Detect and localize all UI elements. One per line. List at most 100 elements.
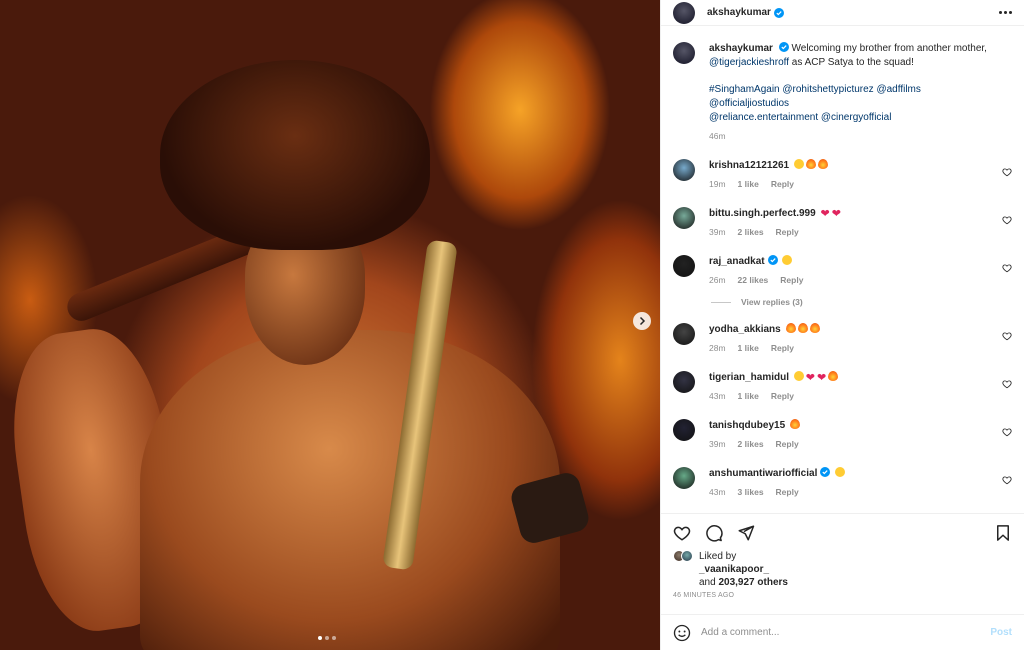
media-hair — [160, 60, 430, 250]
comment-item: tanishqdubey15 39m 2 likes Reply — [673, 419, 1012, 451]
view-replies-button[interactable]: View replies (3) — [711, 297, 1012, 307]
comment-likes[interactable]: 2 likes — [738, 437, 764, 451]
verified-badge-icon — [767, 255, 778, 265]
add-comment-bar: Post — [661, 614, 1024, 650]
reply-button[interactable]: Reply — [771, 341, 794, 355]
carousel-dot — [325, 636, 329, 640]
fire-emoji-icon — [789, 419, 800, 429]
comment-username[interactable]: raj_anadkat — [709, 256, 765, 267]
comment-username[interactable]: anshumantiwariofficial — [709, 468, 817, 479]
caption-tags[interactable]: @reliance.entertainment @cinergyofficial — [709, 112, 891, 123]
share-icon[interactable] — [737, 524, 755, 542]
carousel-dot — [318, 636, 322, 640]
reply-button[interactable]: Reply — [776, 485, 799, 499]
avatar[interactable] — [673, 419, 695, 441]
avatar[interactable] — [673, 323, 695, 345]
comment-time: 43m — [709, 487, 726, 497]
reply-button[interactable]: Reply — [771, 389, 794, 403]
comment-likes[interactable]: 2 likes — [738, 225, 764, 239]
caption-text-rest: as ACP Satya to the squad! — [789, 57, 914, 68]
comment-username[interactable]: yodha_akkians — [709, 324, 781, 335]
like-comment-heart-icon[interactable] — [1002, 331, 1012, 341]
liked-by-avatars — [673, 550, 693, 562]
avatar[interactable] — [673, 42, 695, 64]
comment-time: 19m — [709, 179, 726, 189]
fire-emoji-icon — [809, 323, 820, 333]
comment-username[interactable]: krishna12121261 — [709, 160, 789, 171]
avatar[interactable] — [673, 1, 695, 24]
comment-time: 43m — [709, 391, 726, 401]
red-heart-emoji-icon: ❤ — [820, 208, 830, 220]
reply-button[interactable]: Reply — [780, 273, 803, 287]
fire-emoji-icon — [817, 159, 828, 169]
like-comment-heart-icon[interactable] — [1002, 167, 1012, 177]
reply-button[interactable]: Reply — [771, 177, 794, 191]
fire-emoji-icon — [785, 323, 796, 333]
fire-emoji-icon — [805, 159, 816, 169]
post-header: akshaykumar — [661, 0, 1024, 26]
post-panel: akshaykumar akshaykumar Welcoming my bro… — [660, 0, 1024, 650]
like-heart-icon[interactable] — [673, 524, 691, 542]
comment-item: anshumantiwariofficial 43m 3 likes Reply — [673, 467, 1012, 499]
post-comment-button[interactable]: Post — [990, 627, 1012, 638]
avatar[interactable] — [673, 207, 695, 229]
comment-likes[interactable]: 1 like — [738, 389, 759, 403]
comment-likes[interactable]: 1 like — [738, 177, 759, 191]
liked-by-label: Liked by — [699, 551, 737, 562]
and-label: and — [699, 577, 716, 588]
reply-line — [711, 301, 731, 303]
red-heart-emoji-icon: ❤ — [817, 372, 827, 384]
heart-eyes-emoji-icon — [782, 255, 793, 265]
heart-eyes-emoji-icon — [793, 159, 804, 169]
comment-likes[interactable]: 1 like — [738, 341, 759, 355]
next-slide-button[interactable] — [633, 312, 651, 330]
author-username[interactable]: akshaykumar — [707, 7, 771, 18]
post-timestamp: 46 MINUTES AGO — [673, 592, 735, 599]
red-heart-emoji-icon: ❤ — [805, 372, 816, 384]
fire-emoji-icon — [797, 323, 808, 333]
verified-badge-icon — [820, 467, 831, 477]
like-comment-heart-icon[interactable] — [1002, 475, 1012, 485]
comment-item: raj_anadkat 26m 22 likes Reply — [673, 255, 1012, 287]
like-comment-heart-icon[interactable] — [1002, 263, 1012, 273]
carousel-dot — [332, 636, 336, 640]
like-comment-heart-icon[interactable] — [1002, 427, 1012, 437]
post-caption: akshaykumar Welcoming my brother from an… — [673, 42, 1012, 143]
media-torso — [140, 330, 560, 650]
comment-item: bittu.singh.perfect.999 ❤ ❤ 39m 2 likes R… — [673, 207, 1012, 239]
avatar[interactable] — [673, 159, 695, 181]
like-comment-heart-icon[interactable] — [1002, 379, 1012, 389]
comment-likes[interactable]: 22 likes — [738, 273, 769, 287]
avatar[interactable] — [673, 467, 695, 489]
liked-by-user[interactable]: _vaanikapoor_ — [699, 564, 769, 575]
comment-username[interactable]: tigerian_hamidul — [709, 372, 789, 383]
red-heart-emoji-icon: ❤ — [831, 208, 841, 220]
likes-count[interactable]: 203,927 others — [718, 577, 788, 588]
comment-username[interactable]: tanishqdubey15 — [709, 420, 785, 431]
liked-by: Liked by _vaanikapoor_ and 203,927 other… — [673, 550, 1012, 589]
caption-tags[interactable]: #SinghamAgain @rohitshettypicturez @adff… — [709, 84, 921, 95]
comment-icon[interactable] — [705, 524, 723, 542]
comment-time: 26m — [709, 275, 726, 285]
reply-button[interactable]: Reply — [776, 437, 799, 451]
like-comment-heart-icon[interactable] — [1002, 215, 1012, 225]
avatar[interactable] — [673, 371, 695, 393]
caption-author[interactable]: akshaykumar — [709, 43, 773, 54]
caption-text: Welcoming my brother from another mother… — [791, 43, 987, 54]
heart-eyes-emoji-icon — [793, 371, 804, 381]
bookmark-icon[interactable] — [994, 524, 1012, 542]
verified-badge-icon — [778, 42, 789, 52]
reply-button[interactable]: Reply — [776, 225, 799, 239]
fire-emoji-icon — [828, 371, 839, 381]
comment-input[interactable] — [701, 627, 981, 638]
caption-mention[interactable]: @tigerjackieshroff — [709, 57, 789, 68]
avatar[interactable] — [673, 255, 695, 277]
caption-tags[interactable]: @officialjiostudios — [709, 98, 789, 109]
comment-time: 28m — [709, 343, 726, 353]
comment-username[interactable]: bittu.singh.perfect.999 — [709, 208, 816, 219]
comments-list: akshaykumar Welcoming my brother from an… — [661, 26, 1024, 512]
emoji-icon[interactable] — [673, 624, 691, 642]
comment-time: 39m — [709, 227, 726, 237]
more-options-button[interactable] — [999, 11, 1012, 14]
comment-likes[interactable]: 3 likes — [738, 485, 764, 499]
